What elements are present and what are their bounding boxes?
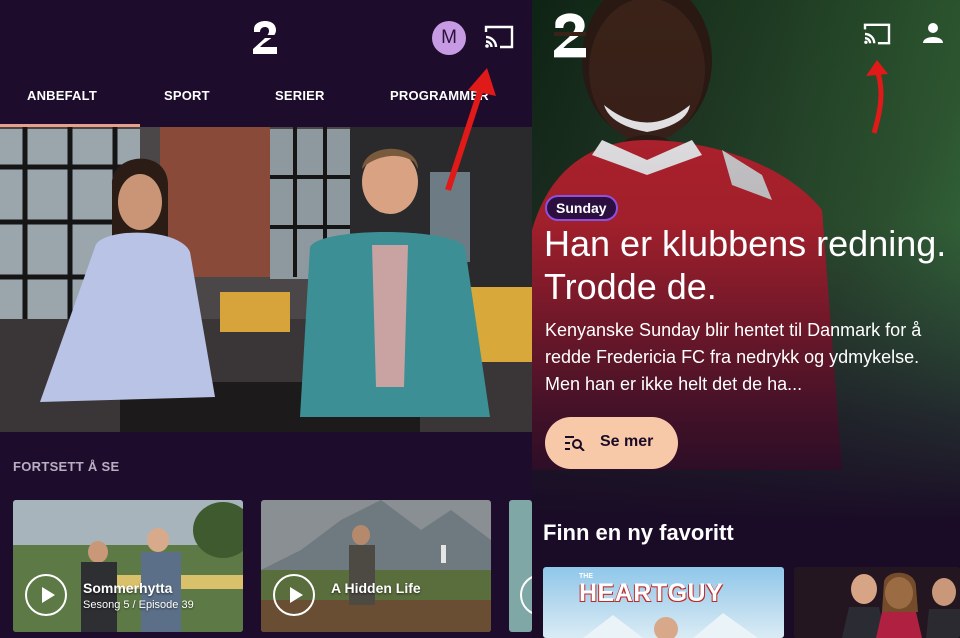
poster-art — [794, 567, 960, 638]
tab-anbefalt[interactable]: ANBEFALT — [27, 88, 97, 103]
card-title: Sommerhytta — [83, 580, 173, 596]
red-arrow-annotation — [445, 68, 496, 191]
play-icon[interactable] — [520, 574, 532, 616]
card-title: A Hidden Life — [331, 580, 421, 596]
red-arrow-annotation — [866, 60, 888, 134]
play-icon[interactable] — [25, 574, 67, 616]
cast-icon[interactable] — [483, 24, 515, 50]
se-mer-button[interactable]: Se mer — [545, 417, 678, 469]
hero-headline: Han er klubbens redning. Trodde de. — [544, 223, 947, 307]
poster-title: HEARTGUY — [579, 579, 724, 607]
tv2-logo[interactable] — [550, 12, 590, 60]
tv2-logo[interactable] — [250, 20, 280, 56]
card-subtitle: Sesong 5 / Episode 39 — [83, 599, 194, 611]
cast-icon[interactable] — [862, 22, 892, 46]
poster-art — [583, 613, 758, 638]
avatar[interactable]: M — [432, 21, 466, 55]
left-screen: M ANBEFALT SPORT SERIER PROGRAMMER FORTS… — [0, 0, 532, 638]
continue-card-partial[interactable] — [509, 500, 532, 632]
continue-card[interactable]: Sommerhytta Sesong 5 / Episode 39 — [13, 500, 243, 632]
list-search-icon — [565, 436, 585, 451]
play-icon[interactable] — [273, 574, 315, 616]
right-screen: Sunday Han er klubbens redning. Trodde d… — [532, 0, 960, 638]
favorites-title: Finn en ny favoritt — [543, 520, 734, 545]
hero-description: Kenyanske Sunday blir hentet til Danmark… — [545, 320, 922, 394]
program-tag: Sunday — [545, 195, 618, 221]
profile-icon[interactable] — [922, 21, 944, 45]
continue-card[interactable]: A Hidden Life — [261, 500, 491, 632]
se-mer-label: Se mer — [600, 433, 654, 450]
continue-watching-title: FORTSETT Å SE — [13, 459, 120, 474]
tab-serier[interactable]: SERIER — [275, 88, 325, 103]
tab-sport[interactable]: SPORT — [164, 88, 210, 103]
poster-heartguy[interactable]: THE HEARTGUY — [543, 567, 784, 638]
poster-couple[interactable] — [794, 567, 960, 638]
